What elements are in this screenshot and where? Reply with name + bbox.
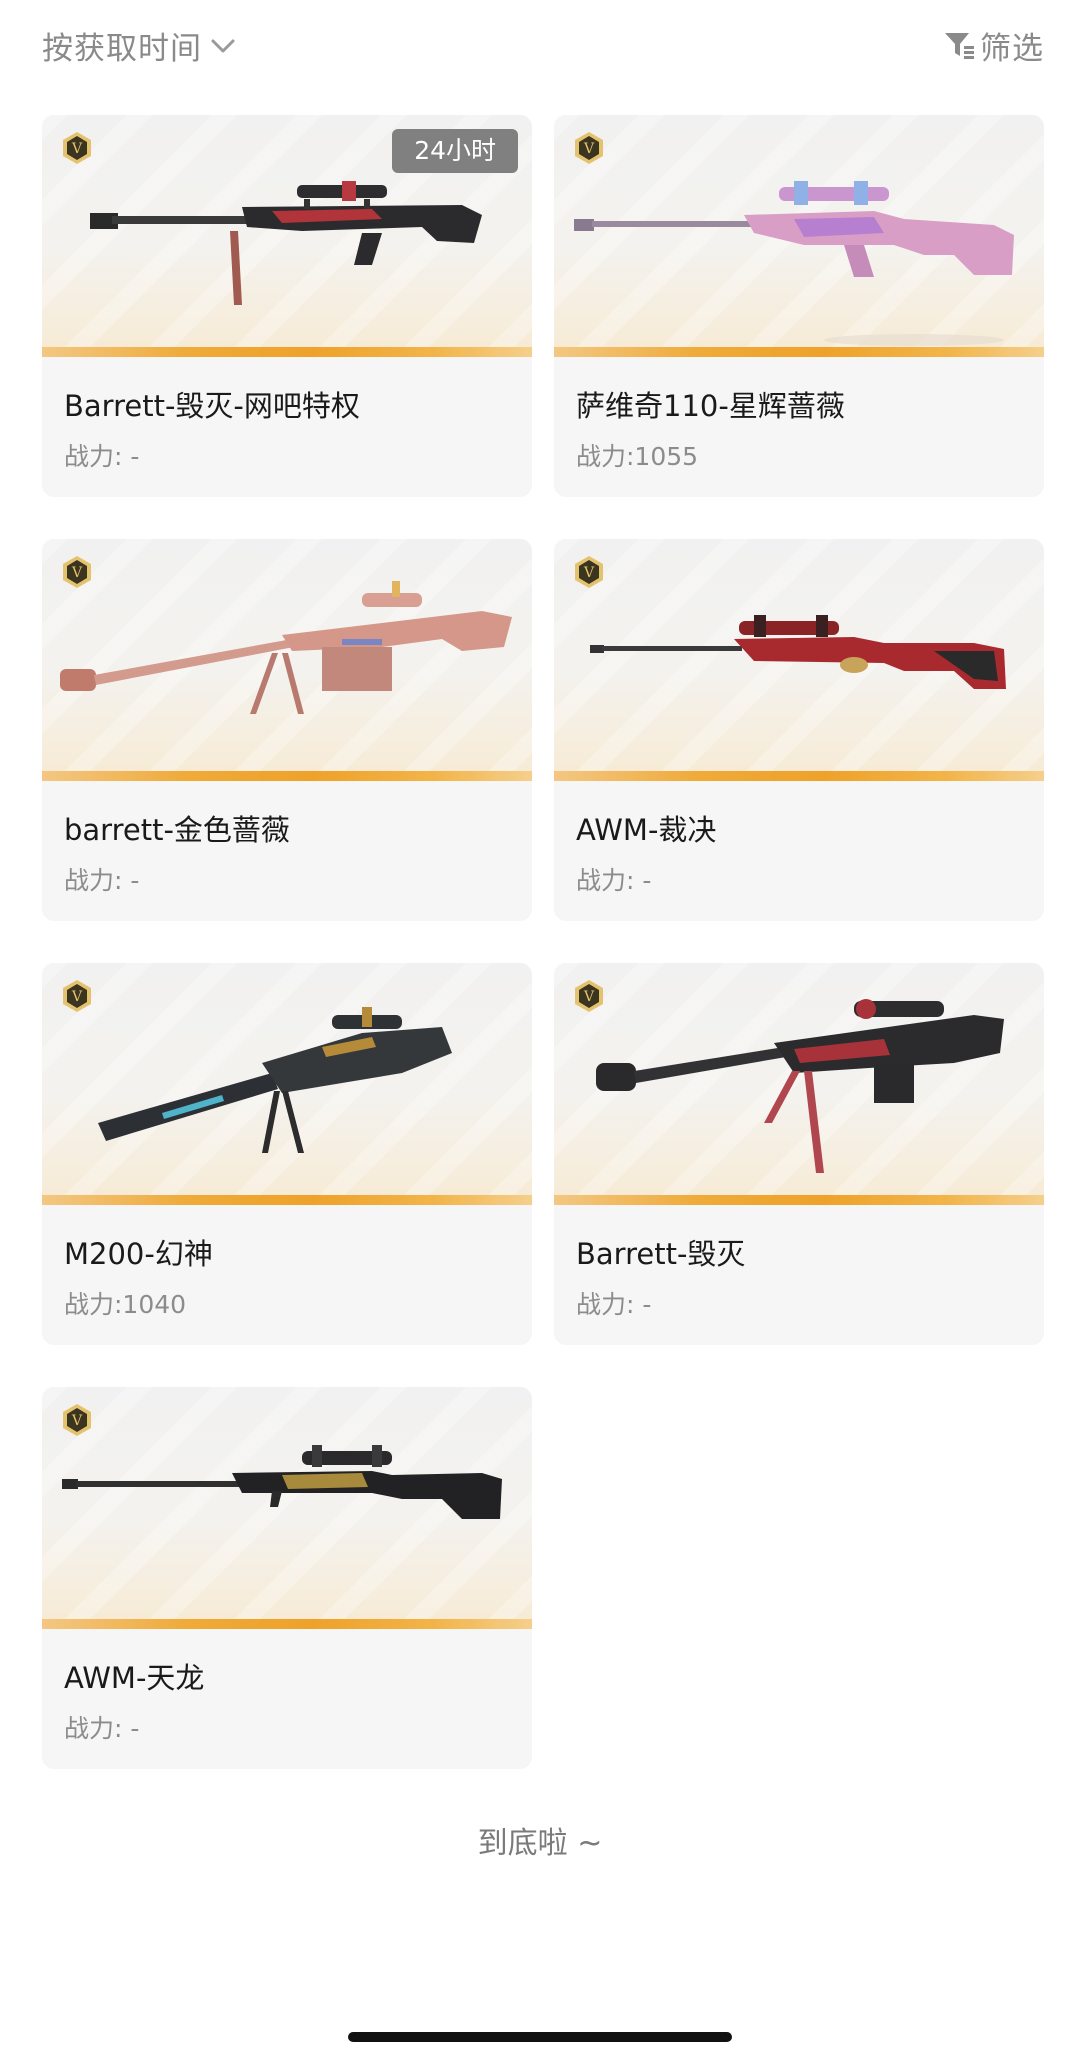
weapon-icon: [596, 999, 1004, 1173]
svg-text:V: V: [583, 989, 595, 1005]
weapon-name: Barrett-毁灭: [576, 1237, 746, 1271]
weapon-card[interactable]: V M200-幻神 战力:1040: [42, 963, 532, 1345]
weapon-card[interactable]: V AWM-裁决 战力: -: [554, 539, 1044, 921]
weapon-power: 战力:1055: [576, 442, 699, 471]
vip-icon: V: [63, 1404, 91, 1436]
svg-text:V: V: [583, 565, 595, 581]
sort-label: 按获取时间: [42, 30, 202, 67]
weapon-icon: [590, 615, 1006, 689]
weapon-name: AWM-天龙: [64, 1661, 205, 1695]
sort-dropdown[interactable]: 按获取时间: [42, 20, 238, 70]
filter-button[interactable]: 筛选: [942, 20, 1044, 70]
svg-text:V: V: [71, 989, 83, 1005]
weapon-image-area: V: [42, 1387, 532, 1629]
weapon-image-area: V: [554, 963, 1044, 1205]
svg-text:V: V: [583, 141, 595, 157]
weapon-icon: [60, 581, 512, 714]
weapon-image-area: V: [42, 539, 532, 781]
svg-text:V: V: [71, 1413, 83, 1429]
weapon-icon: [574, 181, 1014, 346]
weapon-name: AWM-裁决: [576, 813, 717, 847]
vip-icon: V: [575, 132, 603, 164]
chevron-down-icon: [208, 30, 238, 60]
weapon-icon: [98, 1007, 452, 1153]
vip-icon: V: [575, 980, 603, 1012]
weapon-image-area: V: [42, 963, 532, 1205]
svg-text:V: V: [71, 565, 83, 581]
weapon-name: barrett-金色蔷薇: [64, 813, 290, 847]
weapon-grid: V 24小时 Barrett-毁灭-网吧特权 战力: - V 萨维奇110-星辉…: [42, 115, 1044, 1769]
svg-text:V: V: [71, 141, 83, 157]
top-bar: 按获取时间 筛选: [0, 0, 1080, 90]
weapon-image-area: V: [554, 539, 1044, 781]
time-limit-badge: 24小时: [392, 129, 518, 173]
home-indicator[interactable]: [348, 2032, 732, 2042]
weapon-name: Barrett-毁灭-网吧特权: [64, 389, 360, 423]
weapon-power: 战力: -: [64, 442, 140, 471]
weapon-card[interactable]: V 萨维奇110-星辉蔷薇 战力:1055: [554, 115, 1044, 497]
filter-icon: [942, 28, 976, 62]
weapon-icon: [62, 1445, 502, 1519]
vip-icon: V: [575, 556, 603, 588]
weapon-image-area: V: [554, 115, 1044, 357]
weapon-power: 战力: -: [64, 866, 140, 895]
vip-icon: V: [63, 980, 91, 1012]
weapon-card[interactable]: V AWM-天龙 战力: -: [42, 1387, 532, 1769]
weapon-image-area: V 24小时: [42, 115, 532, 357]
weapon-card[interactable]: V 24小时 Barrett-毁灭-网吧特权 战力: -: [42, 115, 532, 497]
vip-icon: V: [63, 556, 91, 588]
weapon-name: 萨维奇110-星辉蔷薇: [576, 389, 845, 423]
weapon-power: 战力: -: [576, 1290, 652, 1319]
weapon-card[interactable]: V Barrett-毁灭 战力: -: [554, 963, 1044, 1345]
weapon-power: 战力: -: [64, 1714, 140, 1743]
weapon-card[interactable]: V barrett-金色蔷薇 战力: -: [42, 539, 532, 921]
weapon-power: 战力: -: [576, 866, 652, 895]
vip-icon: V: [63, 132, 91, 164]
weapon-name: M200-幻神: [64, 1237, 213, 1271]
weapon-power: 战力:1040: [64, 1290, 187, 1319]
end-of-list-text: 到底啦 ~: [477, 1826, 603, 1861]
filter-label: 筛选: [980, 30, 1044, 67]
